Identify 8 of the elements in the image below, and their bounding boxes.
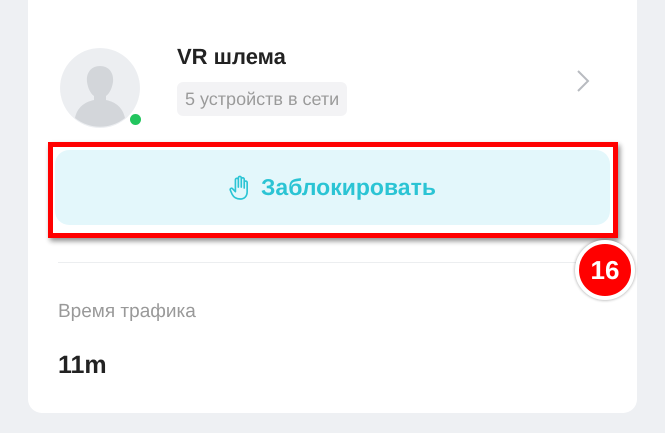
hand-icon xyxy=(229,174,251,200)
traffic-time-value: 11m xyxy=(58,351,108,379)
avatar-icon xyxy=(60,48,140,128)
device-count-tag: 5 устройств в сети xyxy=(177,82,348,116)
block-button[interactable]: Заблокировать xyxy=(55,150,610,225)
traffic-time-label: Время трафика xyxy=(58,301,197,323)
chevron-right-icon[interactable] xyxy=(576,69,590,93)
device-name: VR шлема xyxy=(177,44,286,70)
